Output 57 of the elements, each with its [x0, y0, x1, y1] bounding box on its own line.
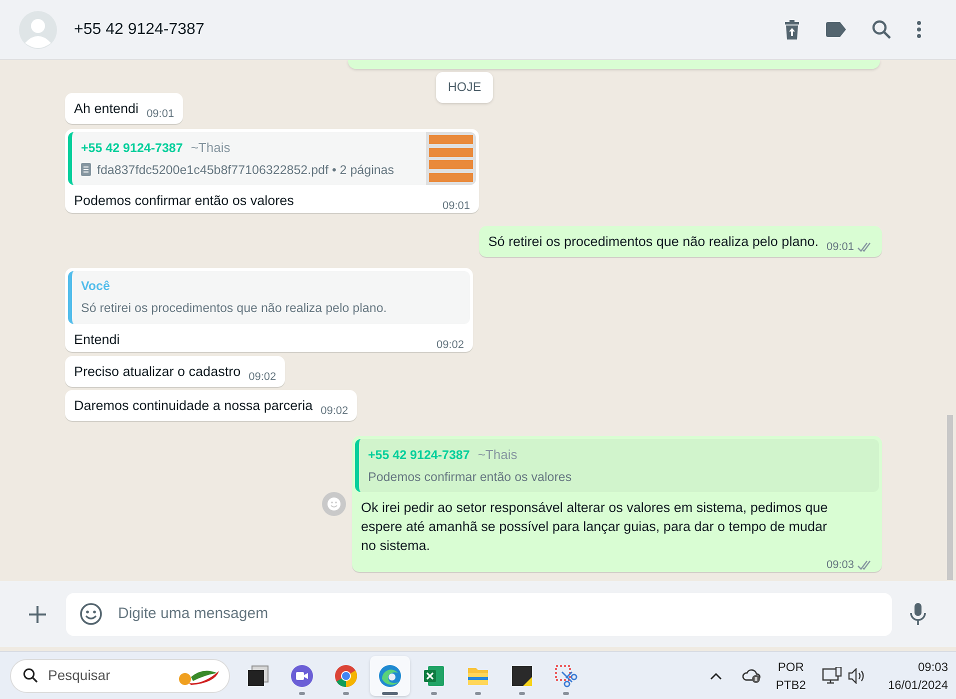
message-time: 09:03 [826, 558, 854, 572]
message-text: Ah entendi [74, 100, 139, 118]
contact-name[interactable]: +55 42 9124-7387 [74, 18, 204, 42]
message-time: 09:02 [436, 338, 464, 352]
search-field[interactable]: Pesquisar [10, 658, 230, 692]
message-time: 09:02 [320, 404, 348, 418]
scrollbar[interactable] [947, 415, 953, 580]
message-field[interactable]: Digite uma mensagem [66, 592, 892, 636]
keyboard-layout[interactable]: PTB2 [776, 676, 806, 694]
video-chat-icon[interactable] [290, 664, 314, 688]
sticky-note-icon[interactable] [510, 664, 534, 688]
spreadsheet-icon[interactable] [422, 664, 446, 688]
quote-alias: ~Thais [190, 138, 230, 157]
windows-icon[interactable] [246, 664, 270, 688]
message-text: Só retirei os procedimentos que não realiza pelo plano. [488, 233, 818, 252]
quote-text: Podemos confirmar então os valores [368, 468, 573, 486]
message-time: 09:01 [442, 199, 470, 214]
quote-text: Só retirei os procedimentos que não realiza pelo plano. [81, 300, 388, 317]
chevron-up-icon[interactable] [710, 672, 722, 680]
message-text: Ok irei pedir ao setor responsável alterar os valores em sistema, pedimos que espere até amanhã se possível para lançar guias, para dar o tempo de mudar no sistema. [361, 499, 829, 556]
quote-author: +55 42 9124-7387 [368, 446, 470, 464]
quote-block[interactable]: Você Só retirei os procedimentos que não realiza pelo plano. [68, 271, 470, 324]
message-time: 09:01 [146, 106, 174, 121]
label-icon[interactable] [826, 22, 846, 37]
clock-date[interactable]: 16/01/2024 [888, 676, 948, 694]
cloud-icon[interactable] [742, 668, 762, 684]
menu-icon[interactable] [917, 21, 921, 38]
search-placeholder: Pesquisar [48, 666, 110, 685]
quote-alias: ~Thais [478, 446, 518, 464]
scissors-icon[interactable] [554, 664, 578, 688]
quote-block[interactable]: +55 42 9124-7387 ~Thais fda837fdc5200e1c45b8f77106322852.pdf • 2 páginas [68, 132, 476, 186]
trash-icon[interactable] [784, 20, 800, 40]
browser-icon[interactable] [334, 664, 358, 688]
document-thumbnail [426, 132, 476, 186]
emoji-icon[interactable] [79, 602, 103, 626]
message-text: Preciso atualizar o cadastro [74, 362, 241, 381]
search-icon [23, 668, 38, 683]
date-chip: HOJE [436, 72, 494, 103]
search-icon[interactable] [872, 20, 891, 39]
browser-icon[interactable] [378, 664, 402, 688]
message-text: Entendi [74, 330, 120, 349]
language-indicator[interactable]: POR [778, 658, 804, 676]
emoji-icon [327, 497, 341, 511]
quote-author: Você [81, 278, 110, 296]
message-text: Podemos confirmar então os valores [74, 192, 294, 210]
clock-time[interactable]: 09:03 [918, 658, 948, 676]
quote-author: +55 42 9124-7387 [81, 140, 183, 157]
message-text: Daremos continuidade a nossa parceria [74, 396, 313, 415]
plus-icon[interactable] [28, 604, 47, 624]
speaker-icon[interactable] [848, 668, 866, 684]
quote-block[interactable]: +55 42 9124-7387 ~Thais Podemos confirmar então os valores [355, 438, 879, 492]
document-filename: fda837fdc5200e1c45b8f77106322852.pdf • 2 páginas [97, 162, 394, 179]
microphone-icon[interactable] [910, 603, 926, 625]
message-time: 09:01 [826, 240, 854, 254]
network-icon[interactable] [822, 666, 842, 684]
document-icon [81, 163, 91, 176]
message-time: 09:02 [248, 370, 276, 384]
